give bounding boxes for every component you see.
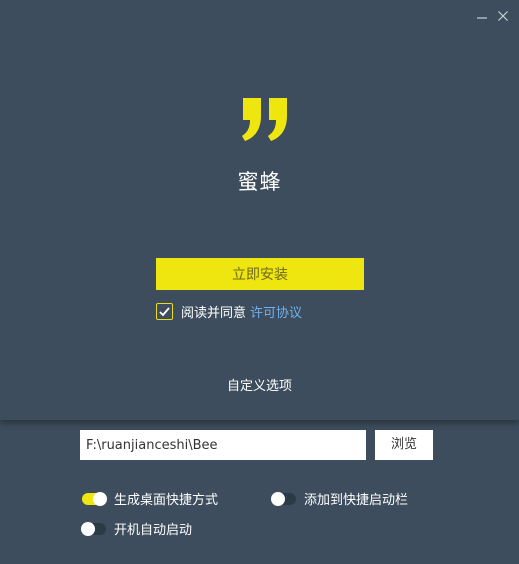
agree-label: 阅读并同意 bbox=[181, 305, 247, 321]
agreement-row: 阅读并同意 许可协议 bbox=[156, 302, 302, 321]
custom-options-toggle[interactable]: 自定义选项 bbox=[0, 375, 519, 394]
minimize-icon[interactable] bbox=[474, 8, 490, 24]
autostart-option[interactable]: 开机自动启动 bbox=[81, 519, 193, 538]
quick-launch-option[interactable]: 添加到快捷启动栏 bbox=[271, 489, 409, 508]
quick-launch-toggle[interactable] bbox=[271, 491, 296, 506]
agree-checkbox[interactable] bbox=[156, 302, 173, 320]
install-path-input[interactable] bbox=[80, 430, 366, 460]
desktop-shortcut-toggle[interactable] bbox=[82, 491, 107, 506]
autostart-label: 开机自动启动 bbox=[114, 523, 193, 538]
install-panel: 蜜蜂 立即安装 阅读并同意 许可协议 自定义选项 bbox=[0, 0, 519, 420]
browse-button[interactable]: 浏览 bbox=[375, 430, 433, 460]
autostart-toggle[interactable] bbox=[81, 521, 106, 536]
install-now-button[interactable]: 立即安装 bbox=[156, 258, 364, 290]
license-agreement-link[interactable]: 许可协议 bbox=[250, 302, 302, 321]
desktop-shortcut-option[interactable]: 生成桌面快捷方式 bbox=[82, 489, 218, 508]
custom-options-panel: 浏览 生成桌面快捷方式 添加到快捷启动栏 开机自动启动 bbox=[0, 420, 519, 564]
quote-mark-logo bbox=[239, 96, 291, 142]
quick-launch-label: 添加到快捷启动栏 bbox=[304, 493, 409, 508]
app-name: 蜜蜂 bbox=[237, 170, 282, 194]
desktop-shortcut-label: 生成桌面快捷方式 bbox=[114, 493, 219, 508]
close-icon[interactable] bbox=[495, 8, 511, 24]
checkmark-icon bbox=[159, 306, 170, 316]
